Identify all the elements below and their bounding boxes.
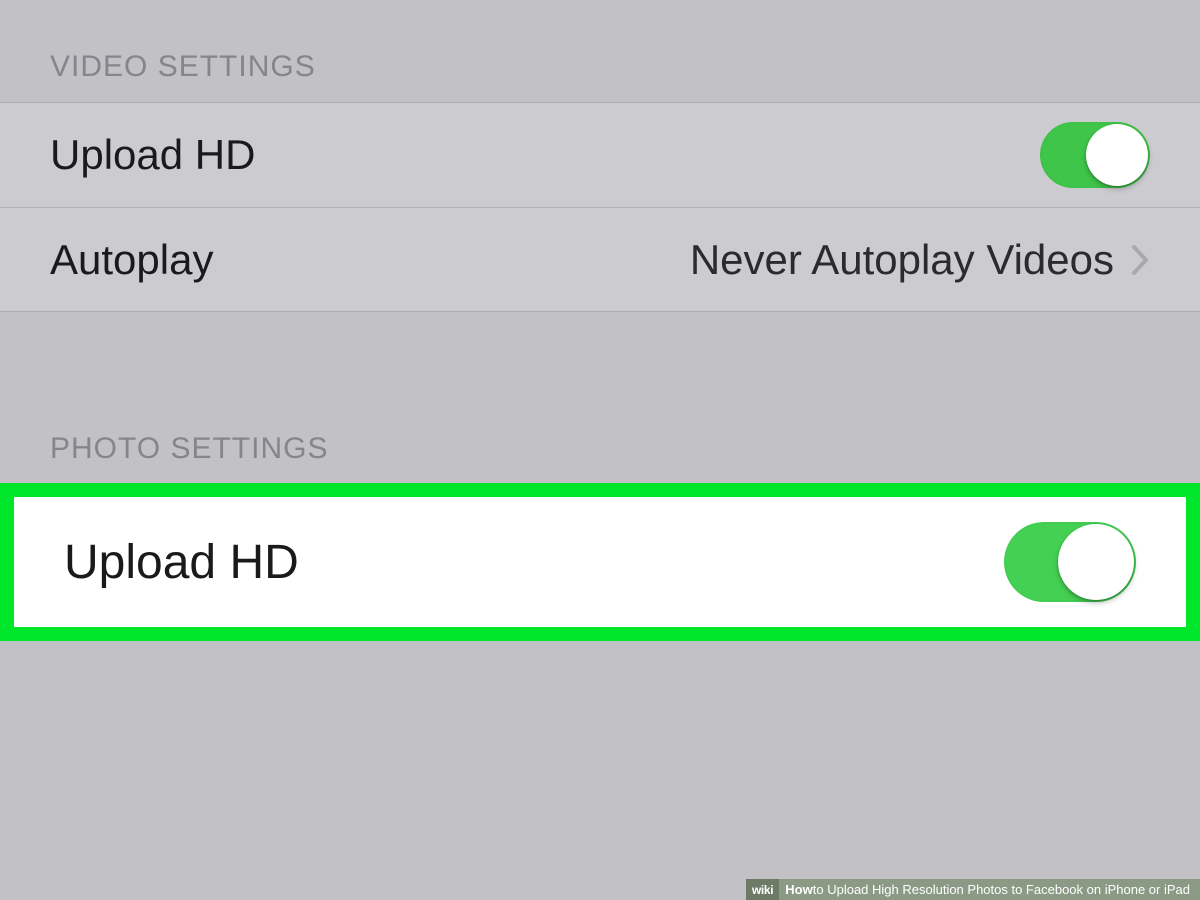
caption-text: to Upload High Resolution Photos to Face… [813,882,1190,897]
photo-upload-hd-label: Upload HD [64,535,299,590]
brand-suffix: How [785,882,812,897]
photo-settings-header: PHOTO SETTINGS [0,312,1200,484]
photo-upload-hd-row[interactable]: Upload HD [14,497,1186,627]
autoplay-row[interactable]: Autoplay Never Autoplay Videos [0,207,1200,311]
video-upload-hd-label: Upload HD [50,131,255,179]
photo-upload-hd-highlight: Upload HD [0,483,1200,641]
toggle-knob [1086,124,1148,186]
chevron-right-icon [1132,245,1150,275]
autoplay-value: Never Autoplay Videos [690,236,1114,284]
autoplay-right: Never Autoplay Videos [690,236,1150,284]
video-settings-header: VIDEO SETTINGS [0,0,1200,102]
photo-upload-hd-toggle[interactable] [1004,522,1136,602]
video-settings-group: Upload HD Autoplay Never Autoplay Videos [0,102,1200,312]
toggle-knob [1058,524,1134,600]
brand-prefix: wiki [746,879,779,900]
autoplay-label: Autoplay [50,236,213,284]
caption-bar: wiki How to Upload High Resolution Photo… [746,879,1200,900]
video-upload-hd-toggle[interactable] [1040,122,1150,188]
video-upload-hd-row[interactable]: Upload HD [0,103,1200,207]
